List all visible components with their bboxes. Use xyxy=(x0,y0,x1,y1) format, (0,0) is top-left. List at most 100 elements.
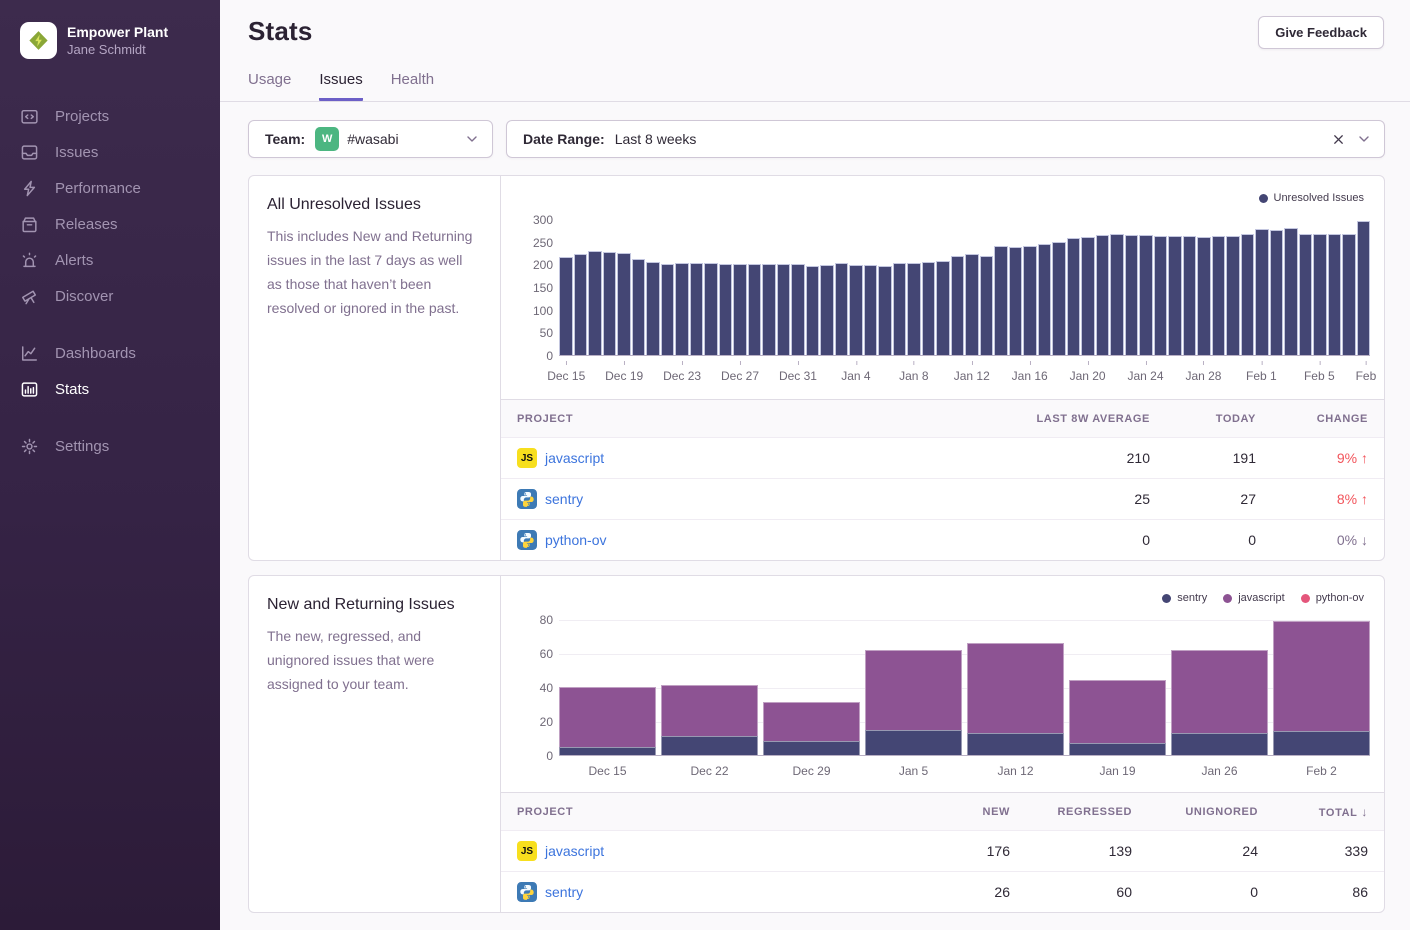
clear-date-icon[interactable] xyxy=(1331,132,1346,147)
give-feedback-button[interactable]: Give Feedback xyxy=(1258,16,1384,49)
x-axis-tick: Jan 26 xyxy=(1171,759,1268,778)
unresolved-bar xyxy=(559,257,573,355)
x-axis-tick: Dec 15 xyxy=(547,369,585,383)
y-axis-tick: 0 xyxy=(513,749,553,763)
table-row: sentry25278% ↑ xyxy=(501,478,1384,519)
panel-title: All Unresolved Issues xyxy=(267,196,480,214)
y-axis-tick: 50 xyxy=(513,326,553,340)
dashboards-icon xyxy=(20,344,39,363)
unresolved-bar xyxy=(951,256,965,355)
project-link[interactable]: javascript xyxy=(545,843,604,859)
unresolved-issues-panel: All Unresolved Issues This includes New … xyxy=(248,175,1385,561)
sidebar-item-settings[interactable]: Settings xyxy=(20,431,220,462)
unresolved-bar xyxy=(1096,235,1110,355)
column-header-total[interactable]: Total ↓ xyxy=(1258,805,1368,819)
sidebar-item-alerts[interactable]: Alerts xyxy=(20,245,220,276)
new-returning-issues-chart: sentryjavascriptpython-ov 020406080 Dec … xyxy=(501,576,1384,778)
legend-item-unresolved-issues[interactable]: Unresolved Issues xyxy=(1259,192,1365,204)
x-axis-tick: Jan 4 xyxy=(841,369,870,383)
sidebar-item-label: Releases xyxy=(55,216,118,233)
issues-icon xyxy=(20,143,39,162)
project-link[interactable]: sentry xyxy=(545,884,583,900)
sidebar-item-releases[interactable]: Releases xyxy=(20,209,220,240)
unresolved-bar xyxy=(617,253,631,355)
legend-dot-icon xyxy=(1301,594,1310,603)
content: Team: W #wasabi Date Range: Last 8 weeks xyxy=(220,102,1410,930)
org-switcher[interactable]: Empower Plant Jane Schmidt xyxy=(20,22,220,59)
column-header-project: Project xyxy=(517,413,910,425)
x-axis-tick: Dec 27 xyxy=(721,369,759,383)
new-returning-issues-table: ProjectNewRegressedUnignoredTotal ↓ JSjav… xyxy=(501,792,1384,912)
project-link[interactable]: javascript xyxy=(545,450,604,466)
unresolved-bar xyxy=(864,265,878,355)
unresolved-bar xyxy=(922,262,936,355)
column-header-unignored[interactable]: Unignored xyxy=(1132,806,1258,818)
unresolved-bar xyxy=(1081,237,1095,355)
y-axis-tick: 100 xyxy=(513,304,553,318)
alerts-icon xyxy=(20,251,39,270)
table-cell: 139 xyxy=(1010,843,1132,859)
legend-label: Unresolved Issues xyxy=(1274,192,1365,204)
legend-item-python-ov[interactable]: python-ov xyxy=(1301,592,1364,604)
column-header-project[interactable]: Project xyxy=(517,806,902,818)
column-header-regressed[interactable]: Regressed xyxy=(1010,806,1132,818)
tab-health[interactable]: Health xyxy=(391,71,434,101)
sidebar-item-discover[interactable]: Discover xyxy=(20,281,220,312)
unresolved-bar xyxy=(574,254,588,355)
legend-item-sentry[interactable]: sentry xyxy=(1162,592,1207,604)
project-link[interactable]: sentry xyxy=(545,491,583,507)
table-row: python-ov000% ↓ xyxy=(501,519,1384,560)
legend-dot-icon xyxy=(1259,194,1268,203)
javascript-platform-icon: JS xyxy=(517,448,537,468)
column-header-change: Change xyxy=(1256,413,1368,425)
unresolved-bar xyxy=(835,263,849,355)
sidebar-item-stats[interactable]: Stats xyxy=(20,374,220,405)
table-cell: 0 xyxy=(1150,532,1256,548)
unresolved-bar xyxy=(1357,221,1371,355)
stacked-bar xyxy=(559,620,656,755)
date-range-select[interactable]: Date Range: Last 8 weeks xyxy=(506,120,1385,158)
team-label: Team: xyxy=(265,131,305,147)
legend-item-javascript[interactable]: javascript xyxy=(1223,592,1284,604)
bar-segment-sentry xyxy=(559,747,656,756)
sidebar-item-issues[interactable]: Issues xyxy=(20,137,220,168)
unresolved-bar xyxy=(849,265,863,355)
stacked-bar xyxy=(967,620,1064,755)
x-axis-tick: Jan 16 xyxy=(1012,369,1048,383)
team-select[interactable]: Team: W #wasabi xyxy=(248,120,493,158)
project-link[interactable]: python-ov xyxy=(545,532,606,548)
tab-usage[interactable]: Usage xyxy=(248,71,291,101)
sidebar-item-performance[interactable]: Performance xyxy=(20,173,220,204)
performance-icon xyxy=(20,179,39,198)
sidebar: Empower Plant Jane Schmidt Projects Issue… xyxy=(0,0,220,930)
main-area: Stats Give Feedback UsageIssuesHealth Te… xyxy=(220,0,1410,930)
stacked-bar xyxy=(865,620,962,755)
unresolved-bar xyxy=(733,264,747,355)
bar-segment-javascript xyxy=(1171,650,1268,733)
table-row: JSjavascript2101919% ↑ xyxy=(501,437,1384,478)
panel-description: This includes New and Returning issues i… xyxy=(267,224,480,320)
column-header-new[interactable]: New xyxy=(902,806,1010,818)
unresolved-bar xyxy=(1038,244,1052,355)
sidebar-item-label: Settings xyxy=(55,438,109,455)
org-user: Jane Schmidt xyxy=(67,41,168,58)
projects-icon xyxy=(20,107,39,126)
tab-issues[interactable]: Issues xyxy=(319,71,362,101)
date-range-value: Last 8 weeks xyxy=(615,131,1331,147)
unresolved-bar xyxy=(1212,236,1226,355)
x-axis-tick: Feb 2 xyxy=(1273,759,1370,778)
table-cell: 86 xyxy=(1258,884,1368,900)
sidebar-item-projects[interactable]: Projects xyxy=(20,101,220,132)
x-axis-tick: Feb 5 xyxy=(1304,369,1335,383)
unresolved-issues-info: All Unresolved Issues This includes New … xyxy=(249,176,501,560)
legend-dot-icon xyxy=(1223,594,1232,603)
project-cell: JSjavascript xyxy=(517,841,902,861)
sidebar-item-dashboards[interactable]: Dashboards xyxy=(20,338,220,369)
bar-segment-sentry xyxy=(967,733,1064,755)
chevron-down-icon xyxy=(464,131,480,147)
chart-legend: sentry javascript python-ov xyxy=(1162,592,1364,604)
bar-segment-sentry xyxy=(763,741,860,755)
project-cell: sentry xyxy=(517,882,902,902)
bar-segment-javascript xyxy=(967,643,1064,733)
x-axis-tick: Feb 1 xyxy=(1246,369,1277,383)
